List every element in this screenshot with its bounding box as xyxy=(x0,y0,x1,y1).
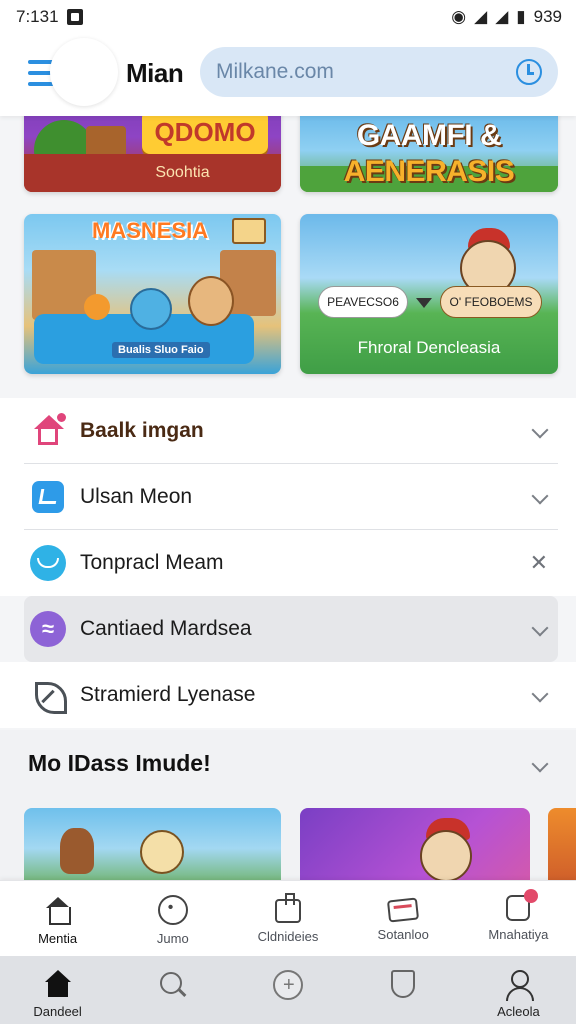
list-item-cantiaed-mardsea[interactable]: Cantiaed Mardsea xyxy=(24,596,558,662)
character-small xyxy=(84,294,110,320)
chevron-down-icon[interactable] xyxy=(531,755,549,773)
leaf-icon xyxy=(30,677,67,714)
app-screen: 7:131 ◉ ◢ ◢ ▮ 939 Mian Milkane.com QDOMO… xyxy=(0,0,576,1024)
nav-item-mentia[interactable]: Mentia xyxy=(0,881,115,956)
card-caption: Bualis Sluo Faio xyxy=(112,342,210,358)
character-illustration-2 xyxy=(140,830,184,874)
search-icon xyxy=(158,970,188,1000)
option-pill-b[interactable]: O' FEOBOEMS xyxy=(440,286,542,318)
nav-item-dandeel[interactable]: Dandeel xyxy=(0,956,115,1024)
app-title: Mian xyxy=(126,58,184,88)
nav-label: Mnahatiya xyxy=(488,927,549,942)
list-item-baalk-imgan[interactable]: Baalk imgan xyxy=(0,398,576,464)
circle-icon xyxy=(157,895,188,925)
home-icon xyxy=(43,895,73,925)
secondary-nav: Mentia Jumo Cldnideies Sotanloo Mnahatiy… xyxy=(0,880,576,956)
card-title-line-2: AENERASIS xyxy=(343,155,515,188)
nav-item-search[interactable] xyxy=(115,956,230,1024)
notification-icon xyxy=(66,9,83,25)
close-icon[interactable]: ✕ xyxy=(530,552,548,574)
card-caption: Fhroral Dencleasia xyxy=(357,338,501,357)
list-item-ulsan-meon[interactable]: Ulsan Meon xyxy=(0,464,576,530)
history-icon[interactable] xyxy=(516,59,542,85)
list-item-label: Stramierd Lyenase xyxy=(80,683,256,706)
nav-item-shield[interactable] xyxy=(346,956,461,1024)
picture-frame xyxy=(232,218,266,244)
nav-item-add[interactable] xyxy=(230,956,345,1024)
signal-icon: ◢ xyxy=(495,7,509,26)
nav-item-cldnideies[interactable]: Cldnideies xyxy=(230,881,345,956)
status-time: 7:131 xyxy=(16,7,59,26)
card-title: MASNESIA xyxy=(92,218,209,243)
pencil-square-icon xyxy=(30,479,66,515)
character-bear xyxy=(188,276,234,326)
nav-label: Sotanloo xyxy=(377,927,429,942)
card-banner: QDOMO xyxy=(142,110,268,154)
cloud-circle-icon xyxy=(30,545,66,581)
nav-item-mnahatiya[interactable]: Mnahatiya xyxy=(461,881,576,956)
status-bar: 7:131 ◉ ◢ ◢ ▮ 939 xyxy=(0,0,576,34)
plus-circle-icon xyxy=(273,970,303,1000)
nav-label: Acleola xyxy=(497,1004,540,1019)
waves-circle-icon xyxy=(30,611,66,647)
character-blue xyxy=(130,288,172,330)
avatar[interactable] xyxy=(50,38,118,106)
nav-item-sotanloo[interactable]: Sotanloo xyxy=(346,881,461,956)
list-item-label: Cantiaed Mardsea xyxy=(80,617,252,640)
list-item-label: Ulsan Meon xyxy=(80,485,193,508)
battery-level: 939 xyxy=(533,7,562,26)
card-title: GAAMFI & AENERASIS xyxy=(300,118,558,190)
list-item-stramierd-lyenase[interactable]: Stramierd Lyenase xyxy=(0,662,576,728)
bell-icon xyxy=(506,889,539,921)
list-item-tonpracl-meam[interactable]: Tonpracl Meam ✕ xyxy=(0,530,576,596)
battery-icon: ▮ xyxy=(516,7,526,26)
nav-label: Mentia xyxy=(38,931,78,946)
box-icon xyxy=(275,893,301,923)
game-card-3[interactable]: MASNESIA Bualis Sluo Faio xyxy=(24,214,281,374)
option-pill-a[interactable]: PEAVECSO6 xyxy=(318,286,408,318)
character-illustration xyxy=(60,828,94,874)
list-item-label: Baalk imgan xyxy=(80,419,204,442)
nav-item-jumo[interactable]: Jumo xyxy=(115,881,230,956)
eye-icon: ◉ xyxy=(451,7,467,26)
home-filled-icon xyxy=(43,970,73,1000)
list-item-label: Tonpracl Meam xyxy=(80,551,224,574)
more-section: Mo IDass Imude! xyxy=(0,730,576,898)
user-icon xyxy=(503,970,535,1001)
bottom-nav: Dandeel Acleola xyxy=(0,956,576,1024)
card-caption: Soohtia xyxy=(24,154,281,192)
status-right: ◉ ◢ ◢ ▮ 939 xyxy=(451,7,562,27)
character-illustration xyxy=(420,830,472,882)
section-title: Mo IDass Imude! xyxy=(28,750,211,776)
nav-label: Jumo xyxy=(156,931,189,946)
nav-item-acleola[interactable]: Acleola xyxy=(461,956,576,1024)
card-icon xyxy=(387,897,420,923)
nav-label: Dandeel xyxy=(33,1004,82,1019)
menu-list: Baalk imgan Ulsan Meon Tonpracl Meam ✕ C… xyxy=(0,398,576,728)
game-card-4[interactable]: PEAVECSO6 O' FEOBOEMS Fhroral Dencleasia xyxy=(300,214,558,374)
arrow-icon xyxy=(416,298,432,308)
url-bar[interactable]: Milkane.com xyxy=(200,47,558,97)
shield-icon xyxy=(391,970,416,998)
url-text[interactable]: Milkane.com xyxy=(216,60,516,84)
wifi-icon: ◢ xyxy=(474,7,488,26)
notification-badge xyxy=(524,889,539,903)
nav-label: Cldnideies xyxy=(257,929,319,944)
house-icon xyxy=(30,413,66,449)
status-left: 7:131 xyxy=(16,7,83,27)
card-title-line-1: GAAMFI & xyxy=(356,119,502,152)
